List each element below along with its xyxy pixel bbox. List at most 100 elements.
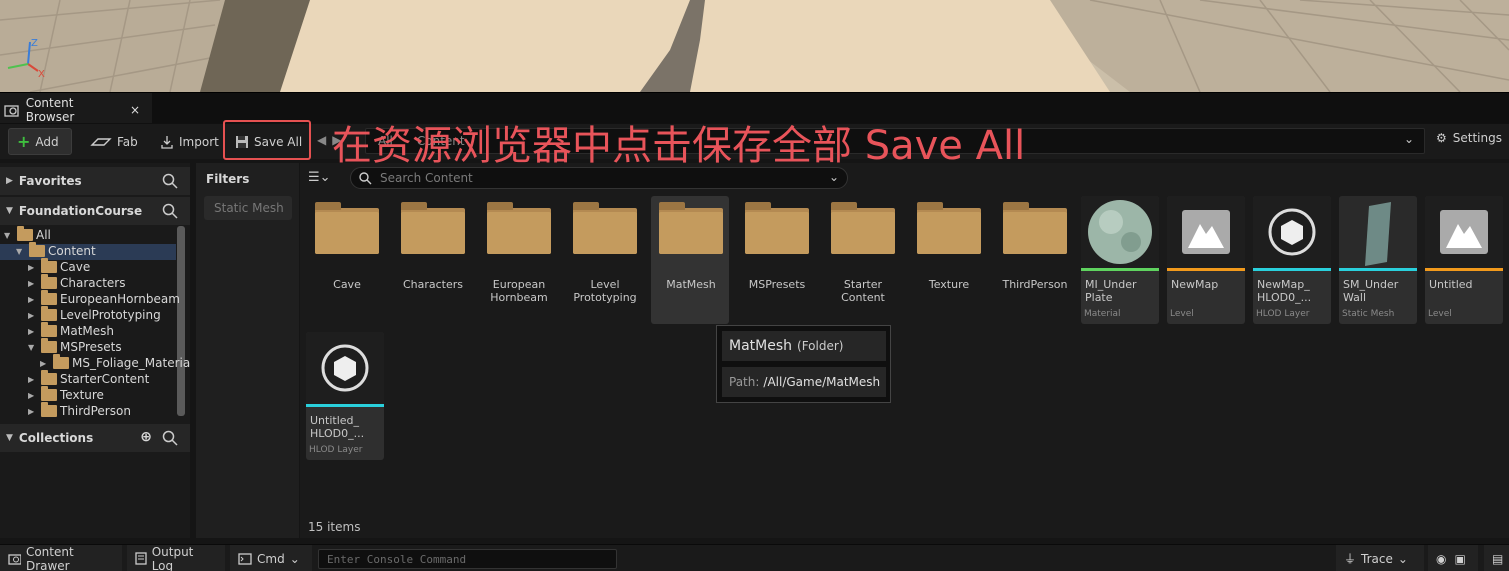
collapse-arrow-icon[interactable]: ▶ xyxy=(28,391,38,400)
tree-item[interactable]: ▶ Cave xyxy=(28,258,90,275)
asset-type: Level xyxy=(1170,309,1194,319)
tab-content-browser[interactable]: Content Browser × xyxy=(0,93,152,124)
tree-item[interactable]: ▶ ThirdPerson xyxy=(28,402,131,419)
tooltip-kind: (Folder) xyxy=(797,339,844,353)
tree-item[interactable]: ▼ Content xyxy=(16,242,96,259)
folder-tile[interactable]: Texture xyxy=(909,196,987,324)
asset-type: Level xyxy=(1428,309,1452,319)
search-icon[interactable] xyxy=(162,173,178,189)
filter-dropdown-icon[interactable]: ☰⌄ xyxy=(308,170,331,185)
folder-tile[interactable]: MSPresets xyxy=(737,196,815,324)
folder-tile[interactable]: MatMesh xyxy=(651,196,729,324)
chevron-down-icon[interactable]: ⌄ xyxy=(829,170,839,184)
collapse-arrow-icon[interactable]: ▶ xyxy=(28,295,38,304)
asset-tile[interactable]: NewMap_ HLOD0_... HLOD Layer xyxy=(1253,196,1331,324)
output-log-button[interactable]: Output Log xyxy=(127,545,225,571)
close-tab-icon[interactable]: × xyxy=(130,103,140,117)
cmd-dropdown[interactable]: Cmd ⌄ xyxy=(230,545,312,571)
folder-tile[interactable]: Cave xyxy=(307,196,385,324)
console-input[interactable]: Enter Console Command xyxy=(318,549,617,569)
search-icon[interactable] xyxy=(162,203,178,219)
trace-dropdown[interactable]: ⏚ Trace ⌄ xyxy=(1336,545,1424,571)
project-header[interactable]: ▼ FoundationCourse xyxy=(0,197,190,225)
add-label: Add xyxy=(35,134,59,149)
folder-icon xyxy=(41,290,57,305)
asset-tile[interactable]: Untitled_ HLOD0_... HLOD Layer xyxy=(306,332,384,460)
folder-icon xyxy=(17,226,33,241)
collapse-arrow-icon[interactable]: ▶ xyxy=(28,311,38,320)
folder-tile[interactable]: ThirdPerson xyxy=(995,196,1073,324)
collapse-arrow-icon[interactable]: ▶ xyxy=(28,375,38,384)
filters-title: Filters xyxy=(206,172,250,186)
gear-icon: ⚙ xyxy=(1436,131,1447,145)
tree-item[interactable]: ▶ LevelPrototyping xyxy=(28,306,161,323)
collapse-arrow-icon[interactable]: ▶ xyxy=(28,279,38,288)
asset-tile[interactable]: NewMap Level xyxy=(1167,196,1245,324)
collapse-arrow-icon[interactable]: ▶ xyxy=(28,407,38,416)
asset-tile[interactable]: Untitled Level xyxy=(1425,196,1503,324)
trace-icon: ⏚ xyxy=(1344,552,1357,566)
tree-item[interactable]: ▶ StarterContent xyxy=(28,370,149,387)
svg-text:Z: Z xyxy=(31,38,38,49)
collapse-arrow-icon[interactable]: ▶ xyxy=(40,359,50,368)
expand-arrow-icon: ▼ xyxy=(6,206,13,216)
asset-type-color-bar xyxy=(1339,268,1417,271)
expand-arrow-icon[interactable]: ▼ xyxy=(16,247,26,256)
filter-chip-static-mesh[interactable]: Static Mesh xyxy=(204,196,292,220)
folder-tile[interactable]: Level Prototyping xyxy=(565,196,643,324)
tree-item-label: EuropeanHornbeam xyxy=(60,292,180,306)
level-viewport[interactable]: Z X xyxy=(0,0,1509,92)
tooltip-path-value: /All/Game/MatMesh xyxy=(763,375,881,389)
axis-gizmo-icon: Z X xyxy=(7,38,45,80)
record-icon[interactable]: ◉ xyxy=(1436,552,1446,566)
asset-type-color-bar xyxy=(306,404,384,407)
folder-tile[interactable]: Characters xyxy=(393,196,471,324)
fab-button[interactable]: Fab xyxy=(82,128,146,155)
folder-icon xyxy=(41,258,57,273)
collapse-arrow-icon[interactable]: ▶ xyxy=(28,263,38,272)
asset-thumbnail-icon xyxy=(1253,196,1331,268)
asset-thumbnail-icon xyxy=(1425,196,1503,268)
folder-tile[interactable]: European Hornbeam xyxy=(479,196,557,324)
favorites-header[interactable]: ▶ Favorites xyxy=(0,167,190,195)
more-icon[interactable]: ▤ xyxy=(1484,545,1509,571)
tree-item[interactable]: ▶ MS_Foliage_Materia xyxy=(40,354,190,371)
folder-icon xyxy=(315,202,379,254)
asset-type-color-bar xyxy=(1253,268,1331,271)
search-input[interactable]: Search Content ⌄ xyxy=(350,167,848,189)
tree-item-label: ThirdPerson xyxy=(60,404,131,418)
chevron-down-icon[interactable]: ⌄ xyxy=(1404,132,1414,146)
tree-item-label: MatMesh xyxy=(60,324,115,338)
tree-item[interactable]: ▶ Characters xyxy=(28,274,126,291)
tree-item[interactable]: ▶ Texture xyxy=(28,386,104,403)
asset-tile[interactable]: MI_Under Plate Material xyxy=(1081,196,1159,324)
tree-item[interactable]: ▼ MSPresets xyxy=(28,338,122,355)
content-browser-icon xyxy=(4,104,19,117)
tree-item[interactable]: ▶ MatMesh xyxy=(28,322,115,339)
folder-name: ThirdPerson xyxy=(1002,278,1068,291)
back-arrow-icon[interactable]: ◀ xyxy=(317,133,326,147)
folder-tooltip: MatMesh (Folder) Path: /All/Game/MatMesh xyxy=(716,325,891,403)
asset-name: MI_Under Plate xyxy=(1085,278,1137,304)
search-icon[interactable] xyxy=(162,430,178,446)
folder-icon xyxy=(29,242,45,257)
chevron-down-icon: ⌄ xyxy=(1397,551,1408,566)
tree-item[interactable]: ▼ All xyxy=(4,226,51,243)
import-button[interactable]: Import xyxy=(152,128,227,155)
collapse-arrow-icon[interactable]: ▶ xyxy=(28,327,38,336)
tree-item[interactable]: ▶ EuropeanHornbeam xyxy=(28,290,180,307)
add-collection-icon[interactable]: ⊕ xyxy=(140,429,152,445)
collections-header[interactable]: ▼ Collections ⊕ xyxy=(0,424,190,452)
settings-button[interactable]: ⚙ Settings xyxy=(1436,131,1502,145)
folder-tile[interactable]: Starter Content xyxy=(823,196,901,324)
asset-thumbnail-icon xyxy=(306,332,384,404)
terminal-icon xyxy=(238,552,252,565)
tree-scrollbar[interactable] xyxy=(177,226,185,416)
camera-icon[interactable]: ▣ xyxy=(1454,552,1465,566)
expand-arrow-icon[interactable]: ▼ xyxy=(28,343,38,352)
expand-arrow-icon[interactable]: ▼ xyxy=(4,231,14,240)
tooltip-path-label: Path: xyxy=(729,375,760,389)
asset-tile[interactable]: SM_Under Wall Static Mesh xyxy=(1339,196,1417,324)
add-button[interactable]: + Add xyxy=(8,128,72,155)
content-drawer-button[interactable]: Content Drawer xyxy=(0,545,122,571)
